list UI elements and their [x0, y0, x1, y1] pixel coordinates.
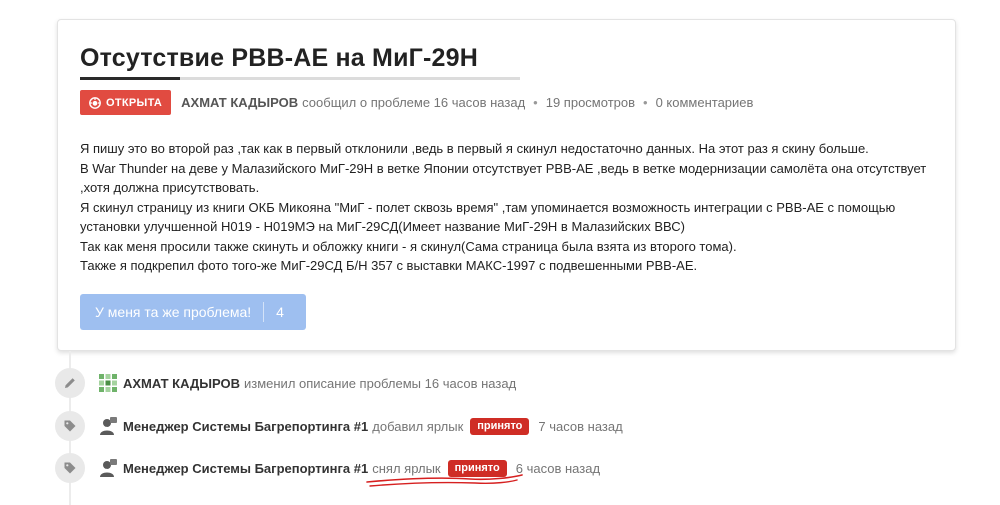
description-paragraph: Я скинул страницу из книги ОКБ Микояна "… — [80, 199, 896, 235]
issue-meta: ОТКРЫТА АХМАТ КАДЫРОВ сообщил о проблеме… — [80, 90, 753, 115]
timeline-user-name[interactable]: Менеджер Системы Багрепортинга #1 — [123, 419, 368, 434]
views-count: 19 просмотров — [545, 95, 636, 110]
meta-separator: • — [643, 95, 648, 110]
tag-icon — [55, 411, 85, 441]
timeline-time: 7 часов назад — [538, 418, 623, 434]
pencil-icon — [55, 368, 85, 398]
button-divider — [263, 302, 265, 322]
avatar — [98, 458, 118, 478]
timeline-action: добавил ярлык — [372, 418, 464, 434]
description-paragraph: Также я подкрепил фото того-же МиГ-29СД … — [80, 258, 698, 273]
issue-title: Отсутствие РВВ-АЕ на МиГ-29Н — [80, 44, 479, 72]
label-badge[interactable]: принято — [470, 417, 530, 435]
avatar — [98, 416, 118, 436]
timeline-time: 6 часов назад — [515, 460, 601, 476]
author-link[interactable]: АХМАТ КАДЫРОВ — [181, 95, 298, 110]
me-too-count: 4 — [276, 304, 284, 320]
status-text: ОТКРЫТА — [106, 96, 163, 109]
description-paragraph: Так как меня просили также скинуть и обл… — [80, 238, 737, 254]
description-paragraph: Я пишу это во второй раз ,так как в перв… — [80, 141, 869, 156]
bug-icon — [89, 96, 101, 109]
status-badge: ОТКРЫТА — [80, 90, 172, 115]
meta-separator: • — [533, 95, 538, 110]
issue-description: Я пишу это во второй раз ,так как в перв… — [80, 139, 940, 276]
tag-icon — [55, 453, 85, 483]
title-underline — [80, 77, 520, 80]
timeline-time: 16 часов назад — [424, 375, 517, 391]
timeline-user-name[interactable]: АХМАТ КАДЫРОВ — [123, 376, 240, 391]
timeline-item: Менеджер Системы Багрепортинга #1 добави… — [55, 411, 623, 441]
description-paragraph: В War Thunder на деве у Малазийского МиГ… — [80, 160, 927, 196]
timeline-user-name[interactable]: Менеджер Системы Багрепортинга #1 — [123, 461, 368, 476]
avatar — [98, 373, 118, 393]
comments-count: 0 комментариев — [655, 95, 754, 110]
me-too-label: У меня та же проблема! — [95, 304, 252, 320]
me-too-button[interactable]: У меня та же проблема! 4 — [80, 294, 306, 330]
issue-card: Отсутствие РВВ-АЕ на МиГ-29Н ОТКРЫТА АХМ… — [57, 19, 956, 351]
reported-text: сообщил о проблеме 16 часов назад — [302, 95, 526, 110]
timeline-item: АХМАТ КАДЫРОВ изменил описание проблемы … — [55, 368, 516, 398]
red-underline-annotation — [366, 474, 523, 487]
timeline-action: изменил описание проблемы — [243, 375, 422, 391]
